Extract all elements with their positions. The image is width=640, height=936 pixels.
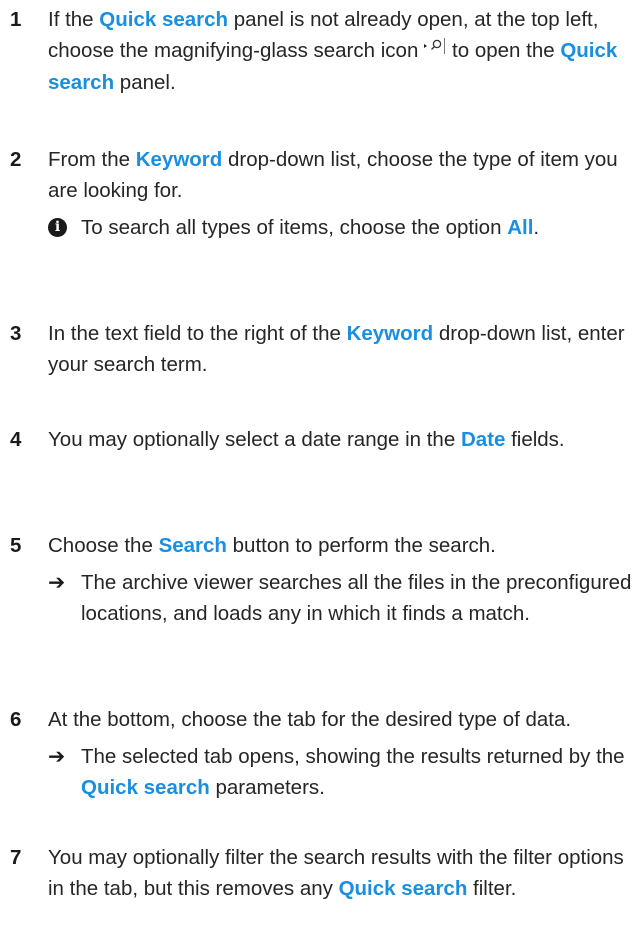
step-7: 7 You may optionally filter the search r… [10, 842, 638, 904]
result-text: The archive viewer searches all the file… [81, 571, 632, 625]
keyword-quick-search: Quick search [338, 877, 468, 900]
keyword-date: Date [460, 428, 506, 451]
text-fragment: You may optionally filter the search res… [48, 846, 624, 900]
text-fragment: filter. [467, 877, 517, 900]
step-number: 4 [10, 428, 22, 451]
step-2: 2 From the Keyword drop-down list, choos… [10, 144, 638, 243]
step-text: In the text field to the right of the Ke… [48, 318, 638, 380]
step-number: 7 [10, 846, 22, 869]
keyword-keyword: Keyword [346, 322, 434, 345]
result-arrow-icon: ➔ [48, 745, 66, 768]
keyword-quick-search: Quick search [81, 776, 210, 799]
search-icon [422, 33, 446, 64]
step-text: You may optionally filter the search res… [48, 842, 638, 904]
text-fragment: To search all types of items, choose the… [81, 216, 508, 239]
step-number: 3 [10, 322, 22, 345]
text-fragment: If the [48, 8, 100, 31]
text-fragment: to open the [446, 39, 561, 62]
text-fragment: The selected tab opens, showing the resu… [81, 745, 625, 768]
text-fragment: You may optionally select a date range i… [48, 428, 461, 451]
step-text: From the Keyword drop-down list, choose … [48, 144, 638, 206]
text-fragment: parameters. [209, 776, 325, 799]
text-fragment: At the bottom, choose the tab for the de… [48, 708, 572, 731]
text-fragment: . [533, 216, 540, 239]
step-4: 4 You may optionally select a date range… [10, 424, 638, 455]
result-arrow-icon: ➔ [48, 571, 66, 594]
text-fragment: button to perform the search. [226, 534, 496, 557]
text-fragment: panel. [114, 71, 176, 95]
keyword-search: Search [158, 534, 227, 557]
step-text: You may optionally select a date range i… [48, 424, 638, 455]
text-fragment: Choose the [48, 534, 159, 557]
step-number: 2 [10, 148, 22, 171]
step-text: Choose the Search button to perform the … [48, 530, 638, 561]
step-1: 1 If the Quick search panel is not alrea… [10, 4, 638, 98]
text-fragment: In the text field to the right of the [48, 322, 347, 345]
step-note: i To search all types of items, choose t… [48, 212, 638, 243]
step-number: 1 [10, 8, 22, 31]
step-result: ➔ The archive viewer searches all the fi… [48, 567, 638, 629]
step-text: If the Quick search panel is not already… [48, 4, 638, 98]
step-result: ➔ The selected tab opens, showing the re… [48, 741, 638, 803]
keyword-all: All [507, 216, 534, 239]
keyword-quick-search: Quick search [99, 8, 229, 31]
step-6: 6 At the bottom, choose the tab for the … [10, 704, 638, 803]
step-number: 6 [10, 708, 22, 731]
keyword-keyword: Keyword [135, 148, 223, 171]
step-5: 5 Choose the Search button to perform th… [10, 530, 638, 629]
step-3: 3 In the text field to the right of the … [10, 318, 638, 380]
text-fragment: fields. [505, 428, 565, 451]
step-text: At the bottom, choose the tab for the de… [48, 704, 638, 735]
text-fragment: From the [48, 148, 136, 171]
info-icon: i [48, 218, 67, 237]
step-number: 5 [10, 534, 22, 557]
